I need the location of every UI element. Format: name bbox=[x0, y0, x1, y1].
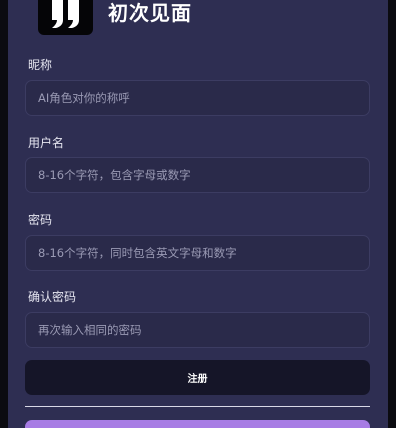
divider bbox=[25, 406, 370, 407]
password-input[interactable] bbox=[25, 235, 370, 271]
nickname-input[interactable] bbox=[25, 80, 370, 116]
secondary-action-button[interactable] bbox=[25, 420, 370, 428]
signup-panel: 初次见面 昵称 用户名 密码 确认密码 注册 bbox=[8, 0, 388, 428]
username-input[interactable] bbox=[25, 157, 370, 193]
app-logo bbox=[38, 0, 93, 35]
page-title: 初次见面 bbox=[108, 1, 192, 25]
username-label: 用户名 bbox=[28, 136, 65, 150]
nickname-label: 昵称 bbox=[28, 58, 53, 72]
logo-icon bbox=[51, 0, 79, 28]
password-label: 密码 bbox=[28, 213, 53, 227]
confirm-password-input[interactable] bbox=[25, 312, 370, 348]
register-button[interactable]: 注册 bbox=[25, 360, 370, 395]
confirm-password-label: 确认密码 bbox=[28, 290, 77, 304]
